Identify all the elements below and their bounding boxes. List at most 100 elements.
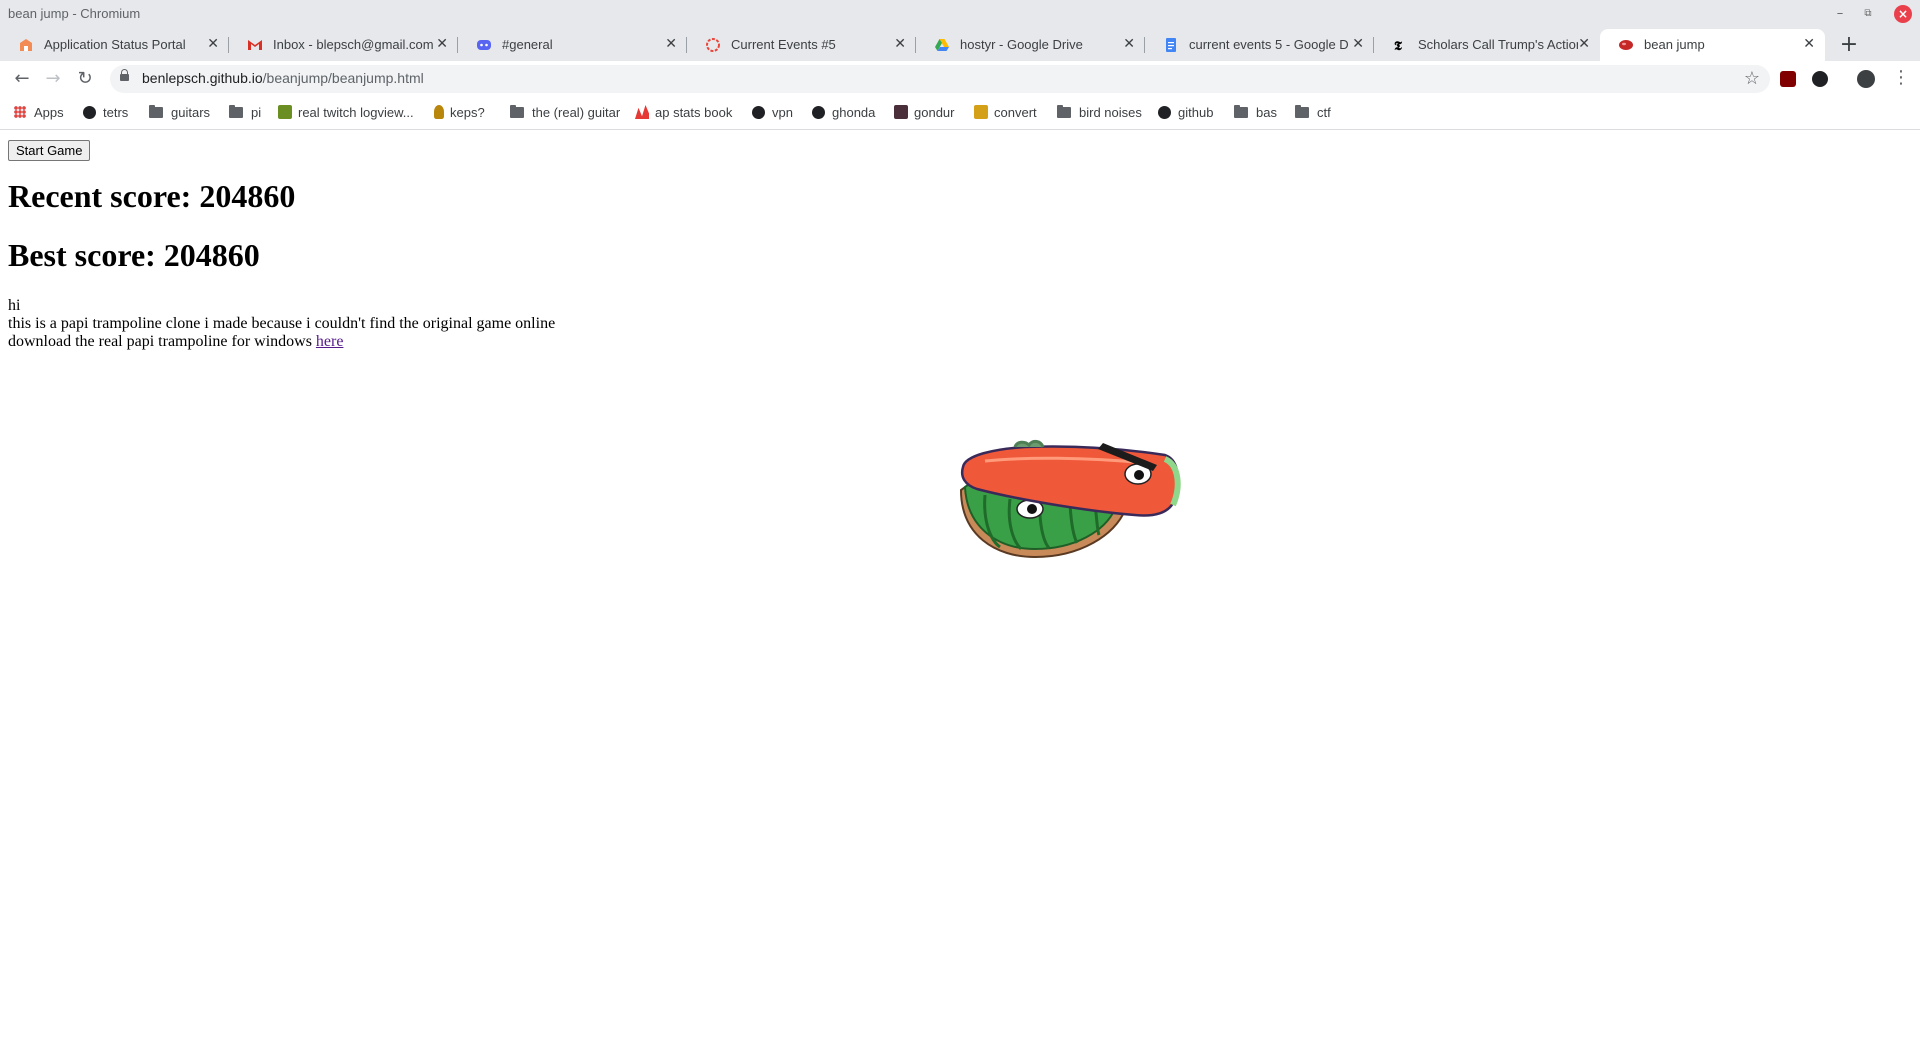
bookmark-apps[interactable]: Apps bbox=[14, 105, 64, 120]
bookmark-gondur[interactable]: gondur bbox=[894, 105, 954, 120]
bookmark-keps[interactable]: keps? bbox=[434, 105, 485, 120]
back-arrow-icon[interactable]: ← bbox=[10, 67, 34, 91]
new-tab-button[interactable]: + bbox=[1835, 32, 1863, 57]
tab-label: Application Status Portal bbox=[44, 37, 186, 52]
tab-label: Inbox - blepsch@gmail.com - Gmail bbox=[273, 37, 433, 52]
apps-grid-icon bbox=[14, 106, 26, 118]
tab-discord-general[interactable]: #general ✕ bbox=[458, 29, 687, 61]
bookmark-github[interactable]: github bbox=[1158, 105, 1213, 120]
bookmark-label: gondur bbox=[914, 105, 955, 120]
bookmark-ghonda[interactable]: ghonda bbox=[812, 105, 875, 120]
close-tab-icon[interactable]: ✕ bbox=[436, 36, 448, 52]
tab-application-status[interactable]: Application Status Portal ✕ bbox=[0, 29, 229, 61]
bookmark-label: pi bbox=[251, 105, 262, 120]
browser-toolbar: ← → ↻ benlepsch.github.io/beanjump/beanj… bbox=[0, 61, 1920, 97]
recent-score-heading: Recent score: 204860 bbox=[8, 178, 296, 214]
folder-icon bbox=[1295, 105, 1309, 118]
bookmark-ctf[interactable]: ctf bbox=[1295, 105, 1331, 120]
bookmark-ap-stats-book[interactable]: ap stats book bbox=[635, 105, 732, 120]
bookmark-bird-noises[interactable]: bird noises bbox=[1057, 105, 1142, 120]
bookmark-label: bas bbox=[1256, 105, 1277, 120]
tab-google-drive[interactable]: hostyr - Google Drive ✕ bbox=[916, 29, 1145, 61]
bookmark-label: ghonda bbox=[832, 105, 876, 120]
close-window-icon[interactable]: × bbox=[1894, 5, 1912, 23]
folder-icon bbox=[1057, 105, 1071, 118]
close-tab-icon[interactable]: ✕ bbox=[1123, 36, 1135, 52]
globe-icon bbox=[83, 106, 96, 119]
bookmark-vpn[interactable]: vpn bbox=[752, 105, 793, 120]
tab-google-docs[interactable]: current events 5 - Google Docs ✕ bbox=[1145, 29, 1374, 61]
bookmark-star-icon[interactable]: ☆ bbox=[1744, 68, 1760, 89]
tab-nyt-article[interactable]: 𝕿 Scholars Call Trump's Actions ✕ bbox=[1374, 29, 1600, 61]
info-line-greeting: hi bbox=[8, 297, 21, 314]
bookmark-label: guitars bbox=[171, 105, 211, 120]
folder-icon bbox=[510, 105, 524, 118]
tab-label: hostyr - Google Drive bbox=[960, 37, 1083, 52]
folder-icon bbox=[229, 105, 243, 118]
gondur-icon bbox=[894, 105, 908, 119]
gmail-icon bbox=[248, 40, 262, 50]
bookmark-label: bird noises bbox=[1079, 105, 1142, 120]
bookmark-real-guitar[interactable]: the (real) guitar bbox=[510, 105, 620, 120]
folder-icon bbox=[149, 105, 163, 118]
best-score-heading: Best score: 204860 bbox=[8, 237, 260, 273]
stats-icon bbox=[635, 105, 649, 119]
drive-icon bbox=[935, 39, 949, 51]
bookmarks-bar: Apps tetrs guitars pi real twitch logvie… bbox=[0, 97, 1920, 130]
bookmark-bas[interactable]: bas bbox=[1234, 105, 1277, 120]
bookmark-twitch-logview[interactable]: real twitch logview... bbox=[278, 105, 414, 120]
close-tab-icon[interactable]: ✕ bbox=[894, 36, 906, 52]
url-host: benlepsch.github.io bbox=[142, 70, 263, 86]
globe-icon bbox=[812, 106, 825, 119]
start-game-button[interactable]: Start Game bbox=[8, 140, 91, 161]
reload-icon[interactable]: ↻ bbox=[73, 67, 97, 91]
window-title: bean jump - Chromium bbox=[8, 6, 141, 21]
download-link[interactable]: here bbox=[316, 333, 344, 350]
bookmark-label: github bbox=[1178, 105, 1214, 120]
bookmark-label: the (real) guitar bbox=[532, 105, 621, 120]
bookmark-pi[interactable]: pi bbox=[229, 105, 261, 120]
bookmark-label: keps? bbox=[450, 105, 485, 120]
tab-bean-jump[interactable]: bean jump ✕ bbox=[1600, 29, 1825, 61]
extension-icon[interactable] bbox=[1812, 71, 1828, 87]
more-menu-icon[interactable]: ⋮ bbox=[1892, 67, 1910, 88]
lock-icon bbox=[120, 69, 129, 81]
bookmark-convert[interactable]: convert bbox=[974, 105, 1037, 120]
tab-label: current events 5 - Google Docs bbox=[1189, 37, 1349, 52]
bookmark-label: Apps bbox=[34, 105, 64, 120]
tab-gmail[interactable]: Inbox - blepsch@gmail.com - Gmail ✕ bbox=[229, 29, 458, 61]
minimize-icon[interactable]: – bbox=[1830, 4, 1850, 24]
nyt-icon: 𝕿 bbox=[1394, 39, 1403, 53]
bookmark-label: tetrs bbox=[103, 105, 129, 120]
address-bar[interactable]: benlepsch.github.io/beanjump/beanjump.ht… bbox=[110, 65, 1770, 93]
window-titlebar: bean jump - Chromium – ⧉ × bbox=[0, 0, 1920, 29]
bulb-icon bbox=[434, 105, 444, 119]
bean-icon bbox=[1619, 40, 1633, 50]
bookmark-label: real twitch logview... bbox=[298, 105, 414, 120]
close-tab-icon[interactable]: ✕ bbox=[1578, 36, 1590, 52]
bookmark-label: ap stats book bbox=[655, 105, 733, 120]
page-content: Start Game Recent score: 204860 Best sco… bbox=[0, 130, 1920, 1047]
bookmark-tetrs[interactable]: tetrs bbox=[83, 105, 128, 120]
forward-arrow-icon[interactable]: → bbox=[41, 67, 65, 91]
close-tab-icon[interactable]: ✕ bbox=[1352, 36, 1364, 52]
bean-character-sprite bbox=[959, 439, 1181, 559]
tab-label: Scholars Call Trump's Actions bbox=[1418, 37, 1578, 52]
profile-avatar[interactable] bbox=[1857, 70, 1875, 88]
close-tab-icon[interactable]: ✕ bbox=[1803, 36, 1815, 52]
url-path: /beanjump/beanjump.html bbox=[262, 70, 424, 86]
github-icon bbox=[752, 106, 765, 119]
discord-icon bbox=[477, 40, 491, 50]
restore-icon[interactable]: ⧉ bbox=[1858, 4, 1878, 24]
tab-label: #general bbox=[502, 37, 553, 52]
download-text: download the real papi trampoline for wi… bbox=[8, 333, 312, 350]
tab-label: Current Events #5 bbox=[731, 37, 836, 52]
close-tab-icon[interactable]: ✕ bbox=[665, 36, 677, 52]
info-text: hi this is a papi trampoline clone i mad… bbox=[8, 297, 555, 351]
ublock-origin-icon[interactable] bbox=[1780, 71, 1796, 87]
tab-current-events[interactable]: Current Events #5 ✕ bbox=[687, 29, 916, 61]
docs-icon bbox=[1166, 38, 1176, 52]
portal-icon bbox=[20, 39, 32, 51]
close-tab-icon[interactable]: ✕ bbox=[207, 36, 219, 52]
bookmark-guitars[interactable]: guitars bbox=[149, 105, 210, 120]
